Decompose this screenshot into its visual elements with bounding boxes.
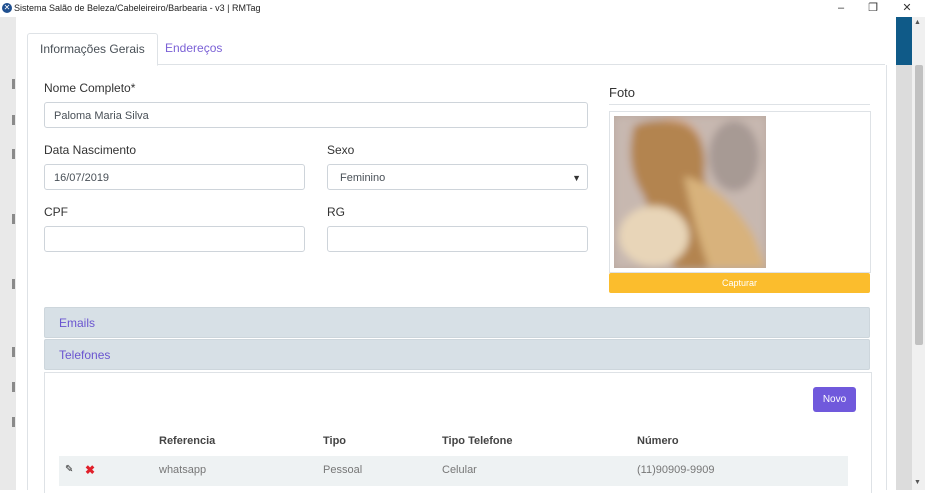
column-header: Número [637, 435, 679, 447]
tab-enderecos[interactable]: Endereços [153, 33, 234, 64]
close-window-button[interactable]: ✕ [892, 0, 922, 17]
nascimento-label: Data Nascimento [44, 143, 137, 157]
backdrop-mark [12, 79, 15, 89]
sexo-label: Sexo [327, 143, 355, 157]
scroll-up-icon[interactable]: ▲ [914, 19, 921, 26]
cell-referencia: whatsapp [159, 464, 207, 476]
chevron-down-icon: ▼ [572, 173, 581, 183]
minimize-button[interactable]: ‒ [826, 0, 856, 17]
backdrop-mark [12, 214, 15, 224]
scroll-down-icon[interactable]: ▼ [914, 479, 921, 486]
pencil-icon[interactable]: ✎ [65, 464, 73, 475]
accordion-telefones[interactable]: Telefones [44, 339, 870, 370]
nome-label: Nome Completo* [44, 81, 136, 95]
sexo-select[interactable]: Feminino ▼ [327, 164, 588, 190]
divider [609, 104, 870, 105]
backdrop-mark [12, 279, 15, 289]
profile-photo [614, 116, 766, 268]
cpf-label: CPF [44, 205, 68, 219]
column-header: Tipo [323, 435, 347, 447]
backdrop-mark [12, 347, 15, 357]
novo-telefone-button[interactable]: Novo [813, 387, 856, 412]
sexo-value: Feminino [340, 172, 386, 184]
tab-informacoes-gerais[interactable]: Informações Gerais [27, 33, 158, 66]
backdrop-right [896, 17, 912, 490]
column-header: Referencia [159, 435, 216, 447]
backdrop-mark [12, 382, 15, 392]
window-title: Sistema Salão de Beleza/Cabeleireiro/Bar… [14, 3, 261, 13]
backdrop-mark [12, 115, 15, 125]
backdrop-mark [12, 417, 15, 427]
column-header: Tipo Telefone [442, 435, 513, 447]
cell-tipo-telefone: Celular [442, 464, 477, 476]
nascimento-input[interactable]: 16/07/2019 [44, 164, 305, 190]
cell-tipo: Pessoal [323, 464, 363, 476]
cell-numero: (11)90909-9909 [637, 464, 715, 476]
table-row: ✎ ✖ whatsapp Pessoal Celular (11)90909-9… [59, 456, 848, 486]
rg-input[interactable] [327, 226, 588, 252]
backdrop-left [0, 17, 16, 490]
photo-frame [609, 111, 871, 273]
tab-bar: Informações Gerais Endereços [27, 33, 885, 66]
cpf-input[interactable] [44, 226, 305, 252]
delete-icon[interactable]: ✖ [85, 463, 95, 477]
title-bar: ✕ Sistema Salão de Beleza/Cabeleireiro/B… [0, 0, 925, 17]
client-modal: Informações Gerais Endereços Nome Comple… [16, 17, 896, 493]
telefones-panel: Novo Referencia Tipo Tipo Telefone Númer… [44, 372, 872, 493]
accordion-emails[interactable]: Emails [44, 307, 870, 338]
vertical-scrollbar[interactable]: ▲ ▼ [912, 17, 925, 490]
scroll-thumb[interactable] [915, 65, 923, 345]
rg-label: RG [327, 205, 345, 219]
capture-photo-button[interactable]: Capturar [609, 273, 870, 293]
nome-input[interactable]: Paloma Maria Silva [44, 102, 588, 128]
tab-content: Nome Completo* Paloma Maria Silva Data N… [27, 65, 887, 493]
foto-title: Foto [609, 85, 636, 100]
backdrop-mark [12, 149, 15, 159]
maximize-button[interactable]: ❐ [858, 0, 888, 17]
app-icon: ✕ [2, 3, 12, 13]
backdrop-accent [896, 17, 912, 65]
